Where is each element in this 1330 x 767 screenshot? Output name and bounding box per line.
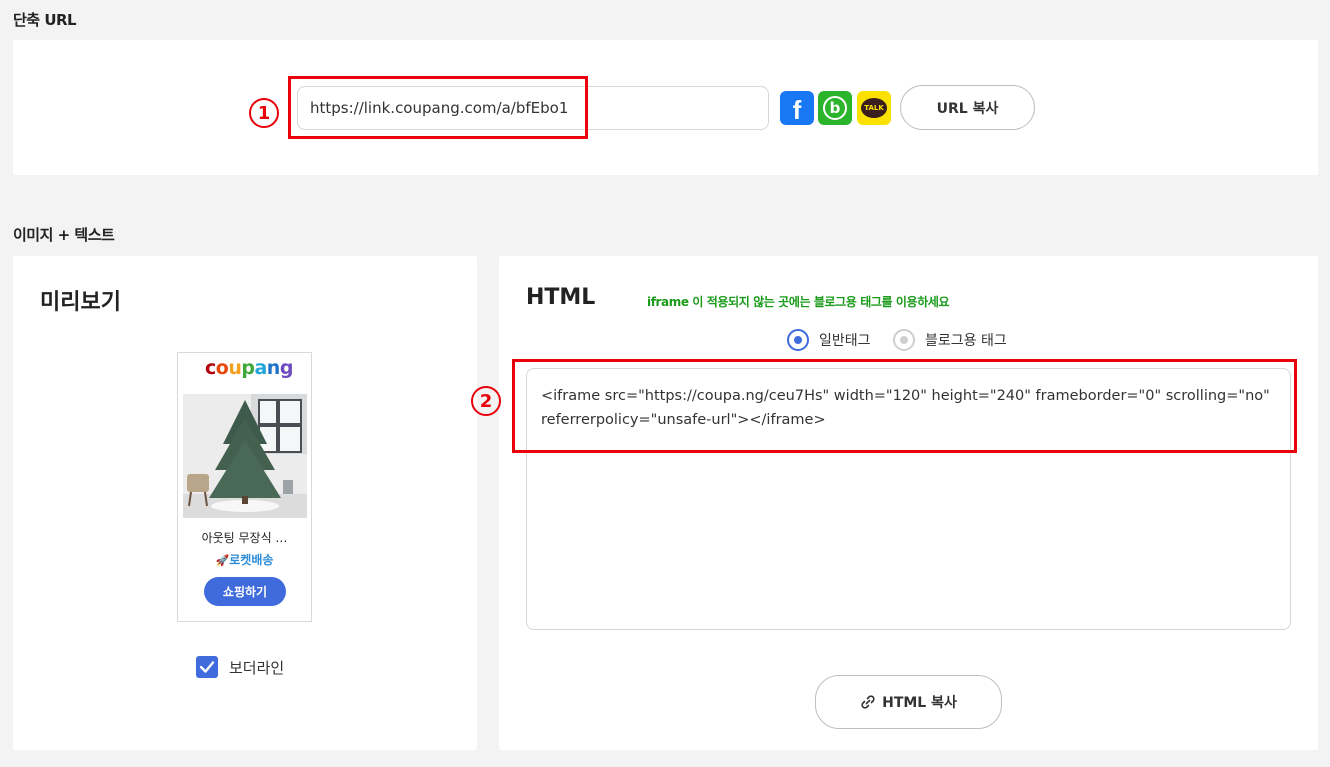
html-copy-label: HTML 복사 (882, 695, 957, 711)
shop-button[interactable]: 쇼핑하기 (204, 577, 286, 606)
kakaotalk-icon[interactable]: TALK (857, 91, 891, 125)
marker-2: 2 (471, 386, 501, 416)
url-copy-label: URL 복사 (936, 100, 999, 117)
preview-title: 미리보기 (40, 290, 121, 315)
rocket-icon: 🚀 (215, 554, 230, 567)
borderline-label: 보더라인 (229, 659, 285, 677)
radio-normal-tag[interactable] (787, 329, 809, 351)
tag-option-normal[interactable]: 일반태그 (787, 329, 871, 351)
marker-1: 1 (249, 98, 279, 128)
image-text-section-title: 이미지 + 텍스트 (13, 226, 115, 244)
product-name[interactable]: 아웃팅 무장식 … (178, 529, 311, 546)
band-icon[interactable]: b (818, 91, 852, 125)
link-icon (861, 695, 875, 709)
product-image[interactable] (183, 394, 307, 518)
highlight-box-code (512, 359, 1297, 453)
highlight-box-url (288, 76, 588, 139)
coupang-logo: coupang (205, 357, 293, 379)
facebook-icon[interactable]: f (780, 91, 814, 125)
html-copy-button[interactable]: HTML 복사 (815, 675, 1002, 729)
short-url-section-title: 단축 URL (13, 11, 77, 29)
html-title: HTML (526, 285, 596, 310)
check-icon (199, 661, 215, 673)
url-copy-button[interactable]: URL 복사 (900, 85, 1035, 130)
radio-blog-tag[interactable] (893, 329, 915, 351)
iframe-notice: iframe 이 적용되지 않는 곳에는 블로그용 태그를 이용하세요 (647, 295, 950, 309)
borderline-checkbox[interactable] (196, 656, 218, 678)
rocket-delivery-badge: 🚀로켓배송 (215, 553, 274, 567)
tag-option-blog[interactable]: 블로그용 태그 (893, 329, 1007, 351)
christmas-tree-image (183, 394, 307, 518)
